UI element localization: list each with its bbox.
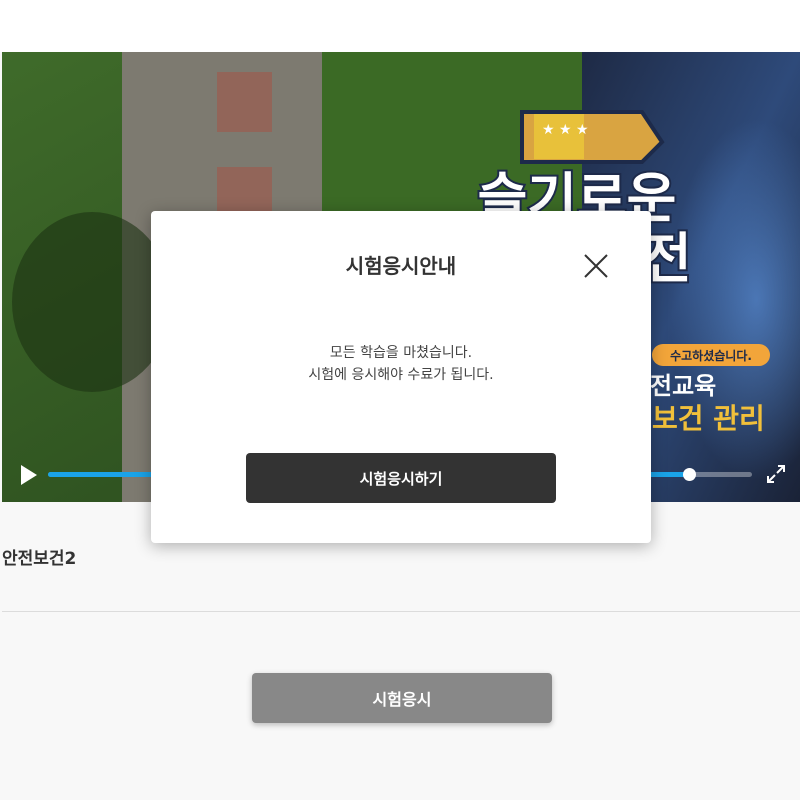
modal-message: 모든 학습을 마쳤습니다. 시험에 응시해야 수료가 됩니다.: [151, 342, 651, 386]
overlay-badge: 수고하셨습니다.: [670, 348, 752, 363]
fullscreen-icon[interactable]: [766, 464, 786, 484]
overlay-subtitle1: 전교육: [650, 372, 716, 400]
top-header: [0, 0, 800, 52]
exam-notice-modal: 시험응시안내 모든 학습을 마쳤습니다. 시험에 응시해야 수료가 됩니다. 시…: [151, 211, 651, 543]
overlay-subtitle2: 보건 관리: [652, 402, 765, 435]
course-title: 안전보건2: [2, 549, 77, 569]
modal-title: 시험응시안내: [345, 254, 457, 278]
close-icon[interactable]: [581, 251, 611, 281]
divider: [2, 611, 800, 612]
take-exam-button[interactable]: 시험응시: [252, 673, 552, 723]
modal-message-line1: 모든 학습을 마쳤습니다.: [329, 345, 473, 361]
start-exam-button[interactable]: 시험응시하기: [246, 453, 556, 503]
progress-knob[interactable]: [682, 468, 696, 481]
svg-text:★ ★ ★: ★ ★ ★: [542, 122, 589, 138]
modal-message-line2: 시험에 응시해야 수료가 됩니다.: [308, 367, 494, 383]
play-icon[interactable]: [19, 464, 39, 486]
